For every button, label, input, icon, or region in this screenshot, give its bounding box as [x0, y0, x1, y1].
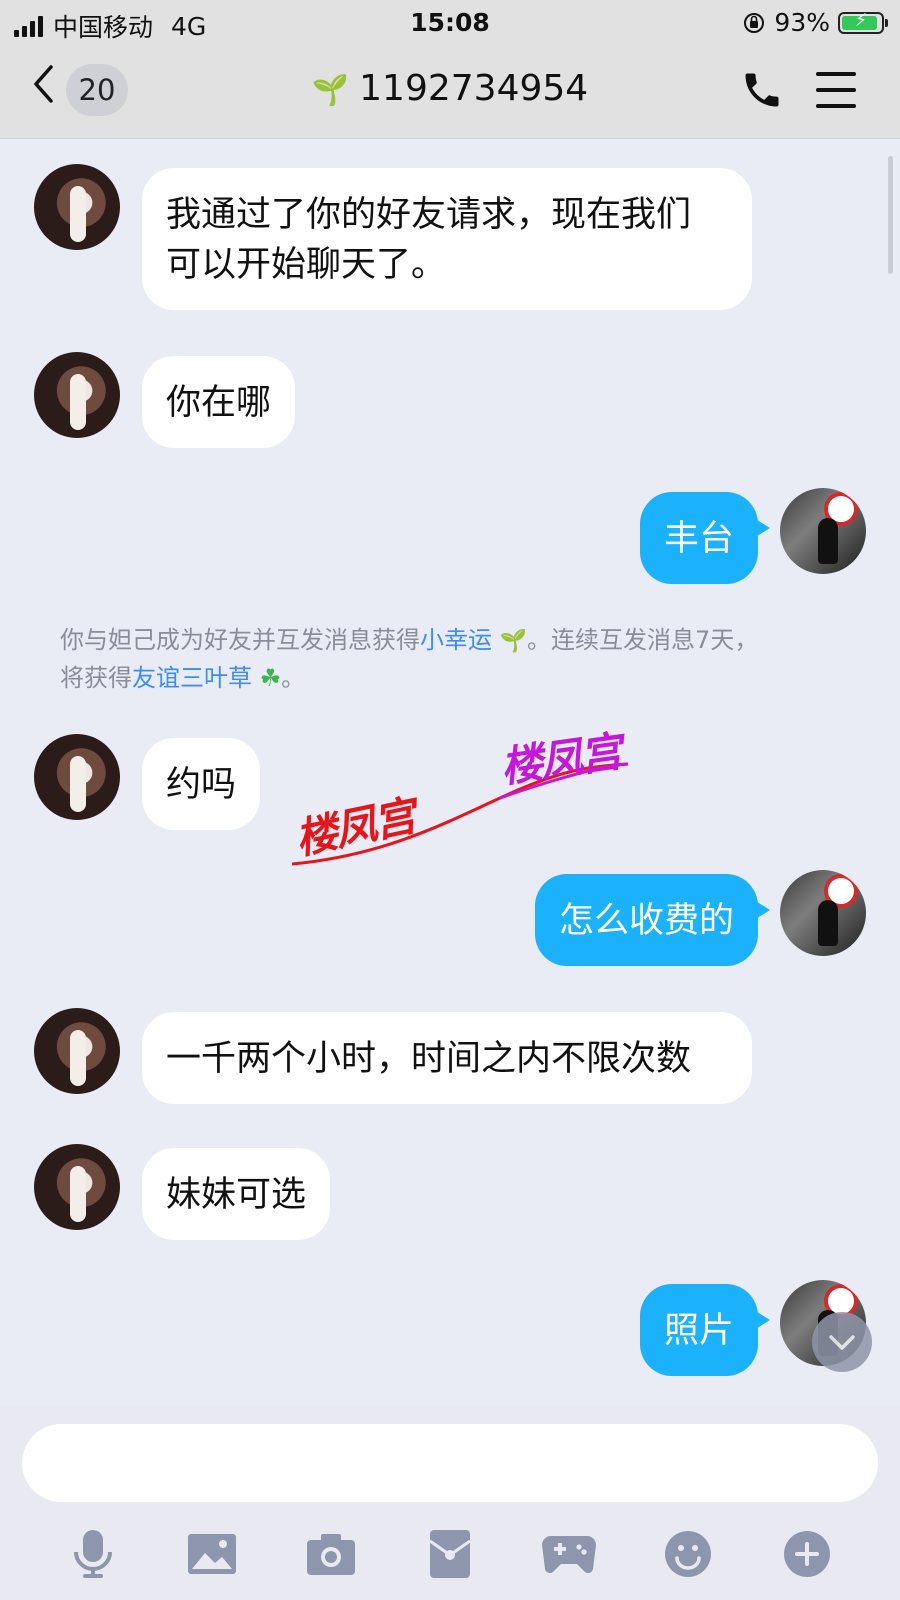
phone-icon [745, 73, 779, 107]
system-notice: 你与妲己成为好友并互发消息获得小幸运 🌱。连续互发消息7天， 将获得友谊三叶草 … [60, 622, 850, 696]
system-notice-text: 你与妲己成为好友并互发消息获得 [60, 626, 420, 654]
message-text: 怎么收费的 [558, 901, 734, 941]
composer [0, 1406, 900, 1600]
image-icon [188, 1534, 236, 1574]
message-incoming[interactable]: 你在哪 [142, 356, 296, 448]
system-notice-text: 。连续互发消息7天， [527, 626, 759, 654]
system-notice-text: 。 [281, 664, 306, 692]
contact-avatar[interactable] [34, 164, 120, 250]
orientation-lock-icon [744, 12, 765, 33]
system-notice-text: 将获得 [60, 664, 132, 692]
chat-title-text: 1192734954 [359, 68, 589, 109]
red-packet-button[interactable] [420, 1524, 480, 1584]
emoji-icon [665, 1531, 711, 1577]
message-text: 丰台 [663, 519, 734, 559]
emoji-button[interactable] [658, 1524, 718, 1584]
message-incoming[interactable]: 一千两个小时，时间之内不限次数 [142, 1012, 752, 1104]
battery-percent: 93% [774, 8, 830, 37]
message-text: 可以开始聊天了。 [166, 245, 447, 285]
sprout-icon: 🌱 [499, 629, 528, 654]
message-outgoing[interactable]: 怎么收费的 [534, 874, 771, 966]
message-text: 妹妹可选 [166, 1175, 307, 1215]
battery-icon: ⚡ [838, 10, 888, 34]
contact-avatar[interactable] [34, 734, 120, 820]
contact-avatar[interactable] [34, 1008, 120, 1094]
call-button[interactable] [740, 68, 784, 116]
message-text: 一千两个小时，时间之内不限次数 [166, 1039, 692, 1079]
contact-avatar[interactable] [34, 352, 120, 438]
camera-icon [307, 1534, 355, 1575]
scrollbar[interactable] [888, 156, 893, 274]
message-incoming[interactable]: 我通过了你的好友请求，现在我们 可以开始聊天了。 [142, 168, 752, 310]
message-incoming[interactable]: 约吗 [142, 738, 261, 830]
lucky-link[interactable]: 小幸运 [420, 626, 492, 654]
contact-avatar[interactable] [34, 1144, 120, 1230]
status-right: 93% ⚡ [742, 8, 888, 37]
game-button[interactable] [539, 1524, 599, 1584]
image-button[interactable] [182, 1524, 242, 1584]
camera-button[interactable] [301, 1524, 361, 1584]
composer-toolbar [0, 1524, 900, 1594]
scroll-to-bottom-button[interactable] [812, 1312, 872, 1372]
menu-icon [816, 72, 856, 108]
voice-button[interactable] [63, 1524, 123, 1584]
status-bar: 中国移动 4G 15:08 93% ⚡ [0, 0, 900, 46]
message-text: 你在哪 [166, 383, 272, 423]
chat-header: 20 🌱 1192734954 [0, 46, 900, 139]
my-avatar[interactable] [780, 870, 866, 956]
plus-icon [784, 1531, 830, 1577]
menu-button[interactable] [816, 72, 856, 120]
game-icon [542, 1536, 596, 1574]
sprout-icon: 🌱 [311, 73, 350, 108]
message-incoming[interactable]: 妹妹可选 [142, 1148, 331, 1240]
my-avatar[interactable] [780, 488, 866, 574]
clover-link[interactable]: 友谊三叶草 [132, 664, 252, 692]
message-outgoing[interactable]: 照片 [639, 1284, 771, 1376]
message-input[interactable] [22, 1424, 878, 1502]
message-text: 约吗 [166, 765, 237, 805]
chevron-down-icon [829, 1335, 855, 1350]
red-packet-icon [429, 1530, 471, 1578]
message-text: 我通过了你的好友请求，现在我们 [166, 195, 692, 235]
more-button[interactable] [777, 1524, 837, 1584]
message-outgoing[interactable]: 丰台 [639, 492, 771, 584]
message-text: 照片 [663, 1311, 734, 1351]
clover-icon: ☘ [259, 664, 282, 692]
microphone-icon [74, 1530, 112, 1578]
